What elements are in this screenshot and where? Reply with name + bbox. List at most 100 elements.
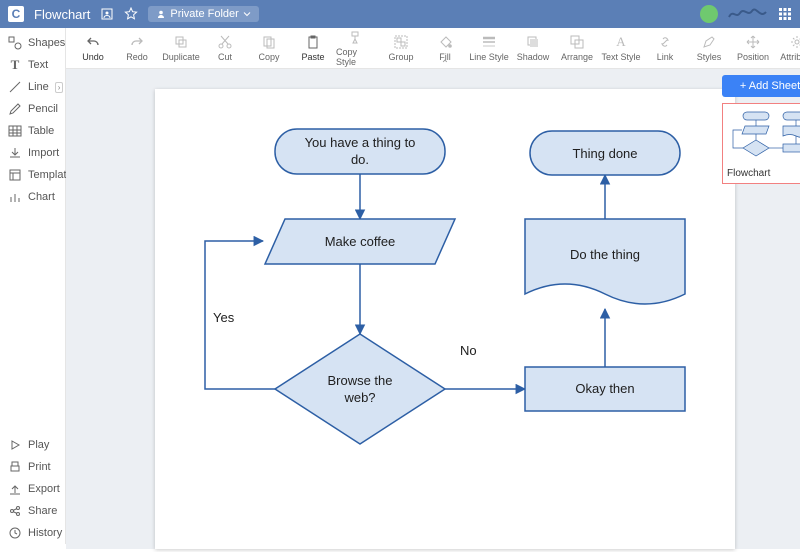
sidebar-label: Text <box>28 59 48 71</box>
sidebar-item-template[interactable]: Template <box>0 164 65 186</box>
tool-label: Undo <box>82 52 104 62</box>
tool-redo[interactable]: Redo <box>116 28 158 68</box>
tool-label: Redo <box>126 52 148 62</box>
star-icon[interactable] <box>124 7 138 21</box>
tool-label: Arrange <box>561 52 593 62</box>
tool-label: Cut <box>218 52 232 62</box>
folder-selector[interactable]: Private Folder <box>148 6 258 22</box>
sidebar-item-history[interactable]: History <box>0 522 65 544</box>
table-icon <box>8 124 22 138</box>
cut-icon <box>217 34 233 50</box>
tool-duplicate[interactable]: Duplicate <box>160 28 202 68</box>
redo-icon <box>129 34 145 50</box>
sheet-thumbnail[interactable]: Flowchart <box>722 103 800 184</box>
template-icon <box>8 168 22 182</box>
styles-icon <box>701 34 717 50</box>
add-sheet-label: + Add Sheet <box>740 80 800 92</box>
user-icon <box>156 9 166 19</box>
chevron-down-icon <box>243 10 251 18</box>
tool-linestyle[interactable]: Line Style <box>468 28 510 68</box>
apps-grid-icon[interactable] <box>778 7 792 21</box>
sidebar-item-table[interactable]: Table <box>0 120 65 142</box>
import-icon <box>8 146 22 160</box>
tool-label: Duplicate <box>162 52 200 62</box>
sidebar-item-pencil[interactable]: Pencil <box>0 98 65 120</box>
app-header: C Flowchart Private Folder <box>0 0 800 28</box>
sidebar-label: Pencil <box>28 103 58 115</box>
tool-styles[interactable]: Styles <box>688 28 730 68</box>
tool-attribute[interactable]: Attribute <box>776 28 800 68</box>
textstyle-icon: A <box>613 34 629 50</box>
node-browse[interactable] <box>275 334 445 444</box>
add-sheet-button[interactable]: + Add Sheet <box>722 75 800 97</box>
tool-shadow[interactable]: Shadow <box>512 28 554 68</box>
sidebar-item-shapes[interactable]: Shapes <box>0 32 65 54</box>
group-icon <box>393 34 409 50</box>
text-icon: T <box>8 58 22 72</box>
canvas[interactable]: You have a thing to do. Make coffee Brow… <box>66 69 800 549</box>
fill-icon <box>437 34 453 50</box>
sidebar-item-export[interactable]: Export <box>0 478 65 500</box>
sidebar-item-line[interactable]: Line › <box>0 76 65 98</box>
tool-label: Shadow <box>517 52 550 62</box>
node-browse-text1: Browse the <box>327 373 392 388</box>
sidebar-label: Chart <box>28 191 55 203</box>
play-icon <box>8 438 22 452</box>
tool-cut[interactable]: Cut <box>204 28 246 68</box>
print-icon <box>8 460 22 474</box>
page[interactable]: You have a thing to do. Make coffee Brow… <box>155 89 735 549</box>
tool-label: Position <box>737 52 769 62</box>
tool-link[interactable]: Link <box>644 28 686 68</box>
line-icon <box>8 80 22 94</box>
tool-label: Paste <box>301 52 324 62</box>
sidebar-item-chart[interactable]: Chart <box>0 186 65 208</box>
brand-scribble <box>728 7 768 21</box>
attribute-icon <box>789 34 800 50</box>
tool-arrange[interactable]: Arrange <box>556 28 598 68</box>
tool-label: Styles <box>697 52 722 62</box>
sidebar-label: Share <box>28 505 57 517</box>
tool-undo[interactable]: Undo <box>72 28 114 68</box>
node-dothing-text: Do the thing <box>570 247 640 262</box>
tool-label: Attribute <box>780 52 800 62</box>
tool-label: Copy Style <box>336 47 378 67</box>
tool-copystyle[interactable]: Copy Style <box>336 28 378 68</box>
sidebar-label: History <box>28 527 62 539</box>
sidebar-label: Shapes <box>28 37 65 49</box>
history-icon <box>8 526 22 540</box>
tool-group[interactable]: Group <box>380 28 422 68</box>
node-okay-text: Okay then <box>575 381 634 396</box>
users-icon[interactable] <box>100 7 114 21</box>
shapes-icon <box>8 36 22 50</box>
linestyle-icon <box>481 34 497 50</box>
sidebar-item-text[interactable]: T Text <box>0 54 65 76</box>
sidebar-item-play[interactable]: Play <box>0 434 65 456</box>
sidebar-item-import[interactable]: Import <box>0 142 65 164</box>
tool-position[interactable]: Position <box>732 28 774 68</box>
node-browse-text2: web? <box>343 390 375 405</box>
chevron-right-icon: › <box>55 82 64 93</box>
document-title: Flowchart <box>34 7 90 22</box>
user-avatar[interactable] <box>700 5 718 23</box>
node-start-text2: do. <box>351 152 369 167</box>
app-logo[interactable]: C <box>8 6 24 22</box>
sidebar-label: Line <box>28 81 49 93</box>
tool-label: Group <box>388 52 413 62</box>
paste-icon <box>305 34 321 50</box>
link-icon <box>657 34 673 50</box>
tool-label: Link <box>657 52 674 62</box>
sidebar-item-print[interactable]: Print <box>0 456 65 478</box>
tool-label: Line Style <box>469 52 509 62</box>
tool-copy[interactable]: Copy <box>248 28 290 68</box>
shadow-icon <box>525 34 541 50</box>
arrange-icon <box>569 34 585 50</box>
copy-icon <box>261 34 277 50</box>
sidebar-item-share[interactable]: Share <box>0 500 65 522</box>
tool-textstyle[interactable]: A Text Style <box>600 28 642 68</box>
tool-label: Text Style <box>601 52 640 62</box>
node-done-text: Thing done <box>572 146 637 161</box>
edge-no-label: No <box>460 343 477 358</box>
tool-paste[interactable]: Paste <box>292 28 334 68</box>
folder-label: Private Folder <box>170 8 238 20</box>
export-icon <box>8 482 22 496</box>
